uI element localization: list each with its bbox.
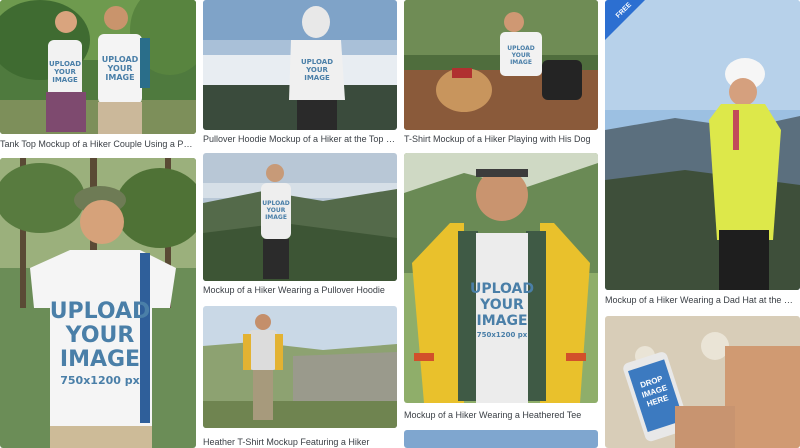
placeholder-size-text: 750x1200 px (477, 331, 528, 339)
svg-text:IMAGE: IMAGE (52, 76, 78, 84)
mockup-thumbnail[interactable]: UPLOAD YOUR IMAGE (203, 0, 397, 130)
mockup-card-tshirt-dog[interactable]: UPLOAD YOUR IMAGE T-Shirt Mockup of a Hi… (404, 0, 598, 150)
mockup-card-phone[interactable]: DROP IMAGE HERE (605, 316, 800, 448)
svg-text:YOUR: YOUR (305, 66, 328, 74)
mockup-card-hoodie-mountains[interactable]: UPLOAD YOUR IMAGE Mockup of a Hiker Wear… (203, 153, 397, 303)
mockup-thumbnail[interactable]: UPLOAD YOUR IMAGE (404, 0, 598, 130)
svg-text:UPLOAD: UPLOAD (49, 60, 81, 68)
svg-text:IMAGE: IMAGE (105, 73, 134, 82)
svg-text:YOUR: YOUR (479, 297, 524, 313)
svg-text:YOUR: YOUR (511, 52, 531, 59)
svg-text:YOUR: YOUR (107, 64, 133, 73)
mockup-thumbnail[interactable]: FREE (605, 0, 800, 290)
placeholder-upload-text: UPLOAD (50, 299, 151, 324)
mockup-caption[interactable]: Mockup of a Hiker Wearing a Heathered Te… (404, 409, 598, 421)
svg-text:UPLOAD: UPLOAD (470, 281, 534, 297)
mockup-thumbnail[interactable]: DROP IMAGE HERE (605, 316, 800, 448)
svg-text:UPLOAD: UPLOAD (262, 200, 289, 207)
mockup-thumbnail[interactable]: UPLOAD YOUR IMAGE UPLOAD YOUR IMAGE (0, 0, 196, 134)
placeholder-your-text: YOUR (65, 323, 135, 348)
placeholder-size-text: 750x1200 px (60, 374, 139, 387)
svg-text:YOUR: YOUR (53, 68, 76, 76)
svg-text:YOUR: YOUR (266, 207, 286, 214)
placeholder-image-text: IMAGE (60, 347, 140, 372)
svg-text:IMAGE: IMAGE (476, 313, 527, 329)
mockup-caption[interactable]: Heather T-Shirt Mockup Featuring a Hiker (203, 436, 397, 448)
mockup-card-heather-tee-hiker[interactable]: Heather T-Shirt Mockup Featuring a Hiker (203, 306, 397, 448)
mockup-thumbnail[interactable]: UPLOAD YOUR IMAGE (203, 153, 397, 281)
svg-text:IMAGE: IMAGE (304, 74, 330, 82)
svg-text:UPLOAD: UPLOAD (102, 55, 139, 64)
mockup-caption[interactable]: Pullover Hoodie Mockup of a Hiker at the… (203, 133, 397, 145)
mockup-caption[interactable]: Tank Top Mockup of a Hiker Couple Using … (0, 138, 196, 150)
mockup-card-tshirt-forest[interactable]: UPLOAD YOUR IMAGE 750x1200 px (0, 158, 196, 448)
svg-text:IMAGE: IMAGE (265, 214, 287, 221)
mockup-card-heathered-tee[interactable]: UPLOAD YOUR IMAGE 750x1200 px Mockup of … (404, 153, 598, 423)
mockup-thumbnail[interactable] (404, 430, 598, 448)
mockup-thumbnail[interactable]: UPLOAD YOUR IMAGE 750x1200 px (404, 153, 598, 403)
mockup-card-tank-top-couple[interactable]: UPLOAD YOUR IMAGE UPLOAD YOUR IMAGE Tank… (0, 0, 196, 150)
svg-text:UPLOAD: UPLOAD (301, 58, 333, 66)
mockup-card-dad-hat[interactable]: FREE Mockup of a Hiker Wearing a Dad Hat… (605, 0, 800, 310)
mockup-card-partial-bottom[interactable] (404, 430, 598, 448)
mockup-caption[interactable]: T-Shirt Mockup of a Hiker Playing with H… (404, 133, 598, 145)
mockup-thumbnail[interactable]: UPLOAD YOUR IMAGE 750x1200 px (0, 158, 196, 448)
mockup-thumbnail[interactable] (203, 306, 397, 428)
svg-text:UPLOAD: UPLOAD (507, 45, 534, 52)
svg-text:IMAGE: IMAGE (510, 59, 532, 66)
mockup-card-hoodie-top[interactable]: UPLOAD YOUR IMAGE Pullover Hoodie Mockup… (203, 0, 397, 150)
mockup-caption[interactable]: Mockup of a Hiker Wearing a Dad Hat at t… (605, 294, 800, 306)
mockup-caption[interactable]: Mockup of a Hiker Wearing a Pullover Hoo… (203, 284, 397, 296)
